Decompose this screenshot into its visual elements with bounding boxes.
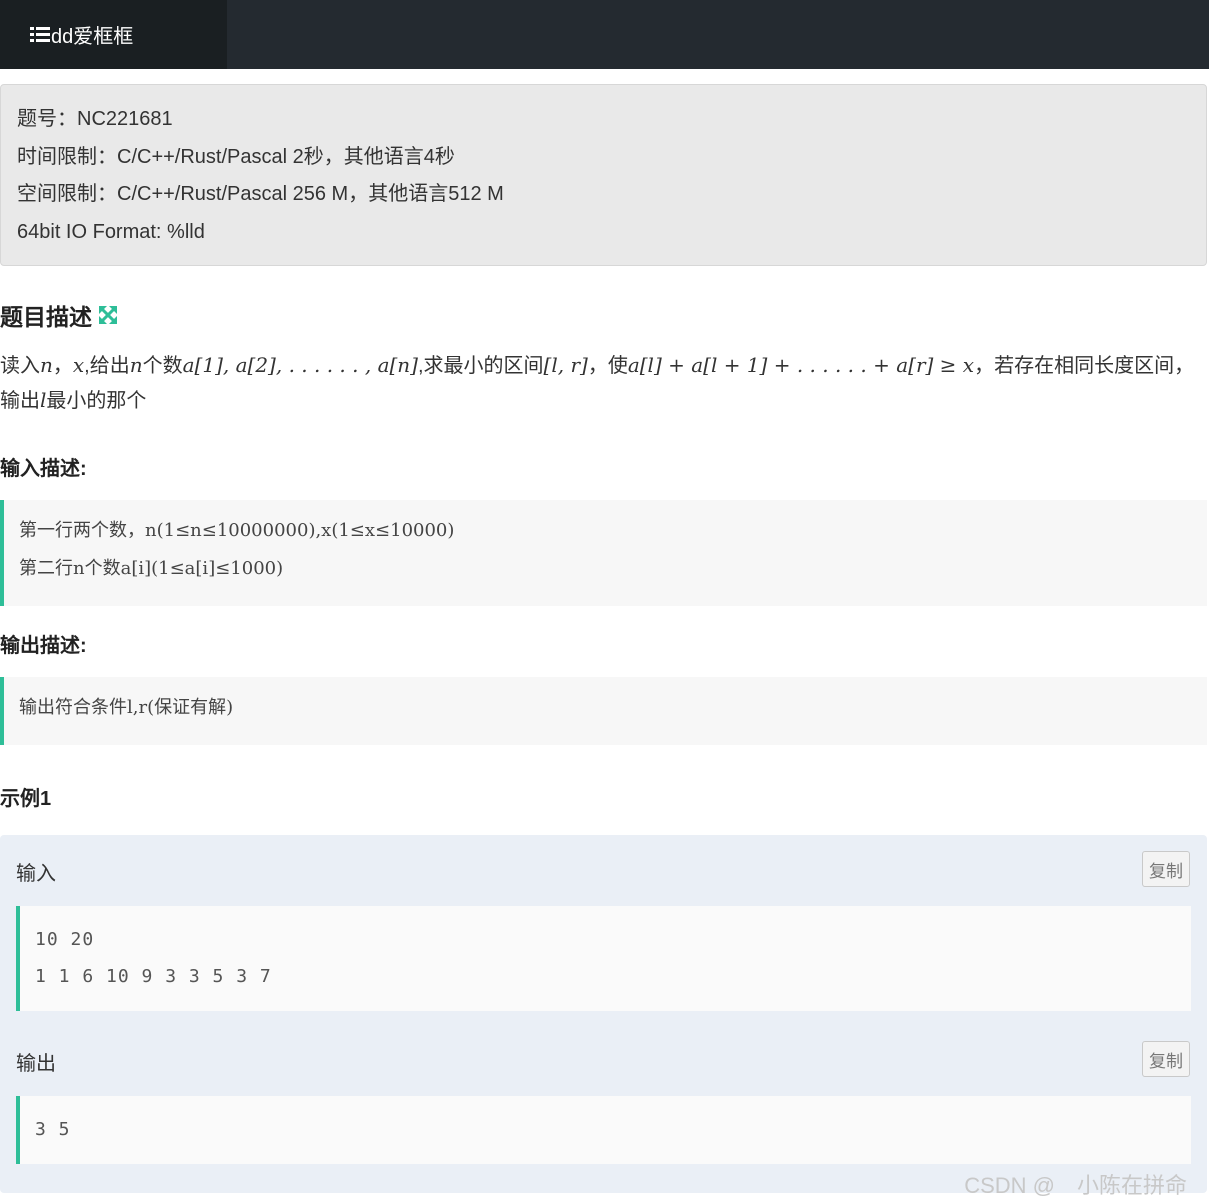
desc-text: 最小的那个 [46, 390, 147, 412]
output-description-title: 输出描述: [0, 635, 87, 657]
desc-text: ,给出 [84, 355, 130, 377]
input-description-title: 输入描述: [0, 458, 87, 480]
desc-text: ,求最小的区间 [417, 355, 544, 377]
example-panel: 输入 复制 10 20 1 1 6 10 9 3 3 5 3 7 输出 复制 3… [0, 835, 1207, 1193]
desc-text: ，使 [587, 355, 628, 377]
example-input-line: 10 20 [35, 929, 95, 950]
example-output-line: 3 5 [35, 1119, 71, 1140]
example-output-label: 输出 [16, 1053, 56, 1075]
example-title: 示例1 [0, 788, 52, 810]
output-description-box: 输出符合条件l,r(保证有解) [0, 677, 1207, 745]
list-icon [30, 26, 50, 43]
math-interval: [l, r] [543, 353, 588, 377]
input-description-line: 第二行n个数a[i](1≤a[i]≤1000) [19, 558, 284, 579]
math-inequality: a[l] + a[l + 1] + . . . . . . + a[r] ≥ x [627, 353, 975, 377]
math-n: n [40, 353, 53, 377]
problem-description-title: 题目描述 [0, 298, 118, 332]
problem-id: 题号：NC221681 [17, 108, 173, 130]
problem-description-label: 题目描述 [0, 304, 92, 330]
input-description-box: 第一行两个数，n(1≤n≤10000000),x(1≤x≤10000) 第二行n… [0, 500, 1207, 606]
example-input-line: 1 1 6 10 9 3 3 5 3 7 [35, 966, 272, 987]
problem-info-box: 题号：NC221681 时间限制：C/C++/Rust/Pascal 2秒，其他… [0, 84, 1207, 266]
csdn-watermark: CSDN @ 小陈在拼命 [964, 1173, 1187, 1198]
expand-icon[interactable] [98, 305, 118, 325]
output-description-line: 输出符合条件l,r(保证有解) [19, 697, 234, 718]
brand-label: dd爱框框 [51, 26, 134, 48]
example-input-code[interactable]: 10 20 1 1 6 10 9 3 3 5 3 7 [16, 906, 1191, 1011]
math-sequence: a[1], a[2], . . . . . . , a[n] [182, 353, 418, 377]
input-description-line: 第一行两个数，n(1≤n≤10000000),x(1≤x≤10000) [19, 520, 455, 541]
copy-input-button[interactable]: 复制 [1142, 851, 1190, 887]
desc-text: 个数 [142, 355, 183, 377]
top-navbar: dd爱框框 [0, 0, 1209, 69]
desc-text: 读入 [0, 355, 40, 377]
io-format: 64bit IO Format: %lld [17, 220, 205, 243]
math-n: n [129, 353, 143, 377]
desc-text: ， [52, 355, 73, 377]
math-x: x [72, 353, 85, 377]
example-output-code[interactable]: 3 5 [16, 1096, 1191, 1164]
copy-output-button[interactable]: 复制 [1142, 1041, 1190, 1077]
time-limit: 时间限制：C/C++/Rust/Pascal 2秒，其他语言4秒 [17, 145, 455, 168]
example-input-label: 输入 [16, 863, 56, 885]
memory-limit: 空间限制：C/C++/Rust/Pascal 256 M，其他语言512 M [17, 183, 504, 205]
problem-description: 读入n，x,给出n个数a[1], a[2], . . . . . . , a[n… [0, 348, 1205, 418]
brand-link[interactable]: dd爱框框 [0, 0, 227, 69]
